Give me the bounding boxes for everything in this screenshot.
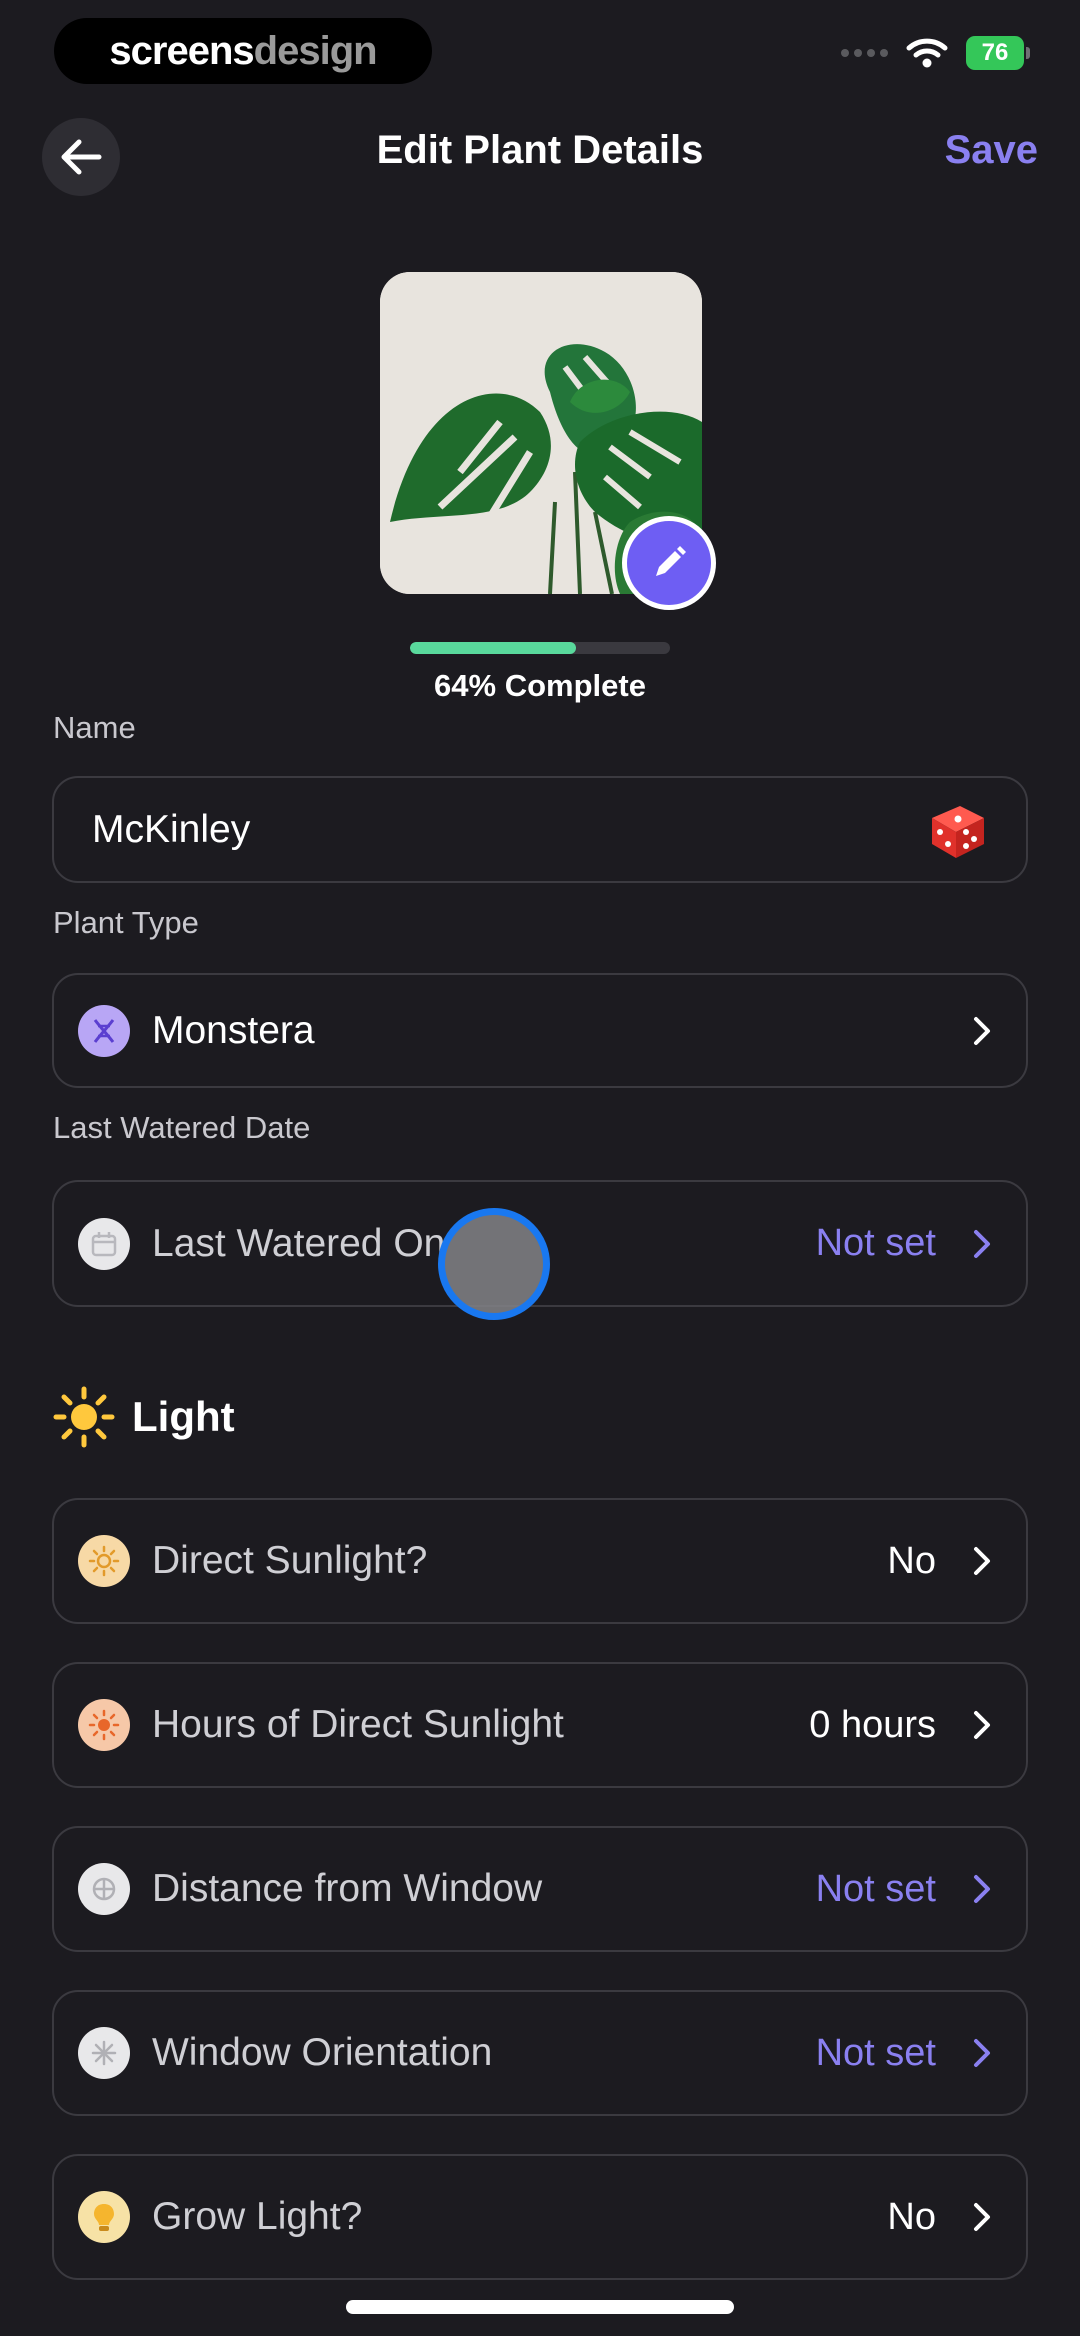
row-value: No [887,2195,936,2238]
compass-icon [78,2027,130,2079]
battery-icon: 76 [966,36,1030,70]
pencil-icon [656,546,686,576]
row-value: Not set [815,2031,936,2074]
row-value: No [887,1539,936,1582]
row-label: Window Orientation [152,2031,493,2074]
page-title: Edit Plant Details [376,128,704,172]
chevron-right-icon [972,1014,992,1048]
completion-label: 64% Complete [434,668,646,703]
edit-photo-button[interactable] [622,516,716,610]
row-label: Grow Light? [152,2195,363,2238]
name-label: Name [53,710,136,745]
sun-icon [53,1386,115,1448]
chevron-right-icon [972,1227,992,1261]
row-value: Not set [815,1867,936,1910]
row-value: 0 hours [809,1703,936,1746]
completion-progress-fill [410,642,577,654]
row-label: Hours of Direct Sunlight [152,1703,564,1746]
plant-type-value: Monstera [152,1008,315,1052]
dice-icon[interactable] [922,798,992,862]
touch-indicator [438,1208,550,1320]
chevron-right-icon [972,1544,992,1578]
screensdesign-watermark: screens design [54,18,432,84]
plant-type-field[interactable]: Monstera [52,973,1028,1088]
chevron-right-icon [972,2036,992,2070]
calendar-icon [78,1217,130,1270]
distance-from-window-row[interactable]: Distance from Window Not set [52,1826,1028,1952]
bulb-icon [78,2191,130,2243]
direct-sunlight-row[interactable]: Direct Sunlight? No [52,1498,1028,1624]
row-label: Distance from Window [152,1867,543,1910]
last-watered-label: Last Watered Date [53,1110,311,1145]
name-field[interactable]: McKinley [52,776,1028,883]
light-section-title: Light [52,1385,235,1449]
window-orientation-row[interactable]: Window Orientation Not set [52,1990,1028,2116]
window-icon [78,1863,130,1915]
chevron-right-icon [972,1708,992,1742]
name-input-value: McKinley [92,807,251,851]
signal-icon [841,49,888,57]
edit-plant-screen: screens design 76 Edit Plant Details Save [0,0,1080,2336]
row-label: Direct Sunlight? [152,1539,428,1582]
dna-icon [78,1004,130,1057]
wifi-icon [906,38,948,68]
hours-direct-sunlight-row[interactable]: Hours of Direct Sunlight 0 hours [52,1662,1028,1788]
plant-type-label: Plant Type [53,905,199,940]
sun-icon [78,1535,130,1587]
status-bar-right: 76 [841,36,1030,70]
completion-progress-bar [410,642,670,654]
save-button[interactable]: Save [945,128,1038,173]
chevron-right-icon [972,2200,992,2234]
sun-hours-icon [78,1699,130,1751]
last-watered-row-label: Last Watered On [152,1221,446,1265]
last-watered-value: Not set [815,1222,936,1264]
chevron-right-icon [972,1872,992,1906]
home-indicator[interactable] [346,2300,734,2314]
grow-light-row[interactable]: Grow Light? No [52,2154,1028,2280]
